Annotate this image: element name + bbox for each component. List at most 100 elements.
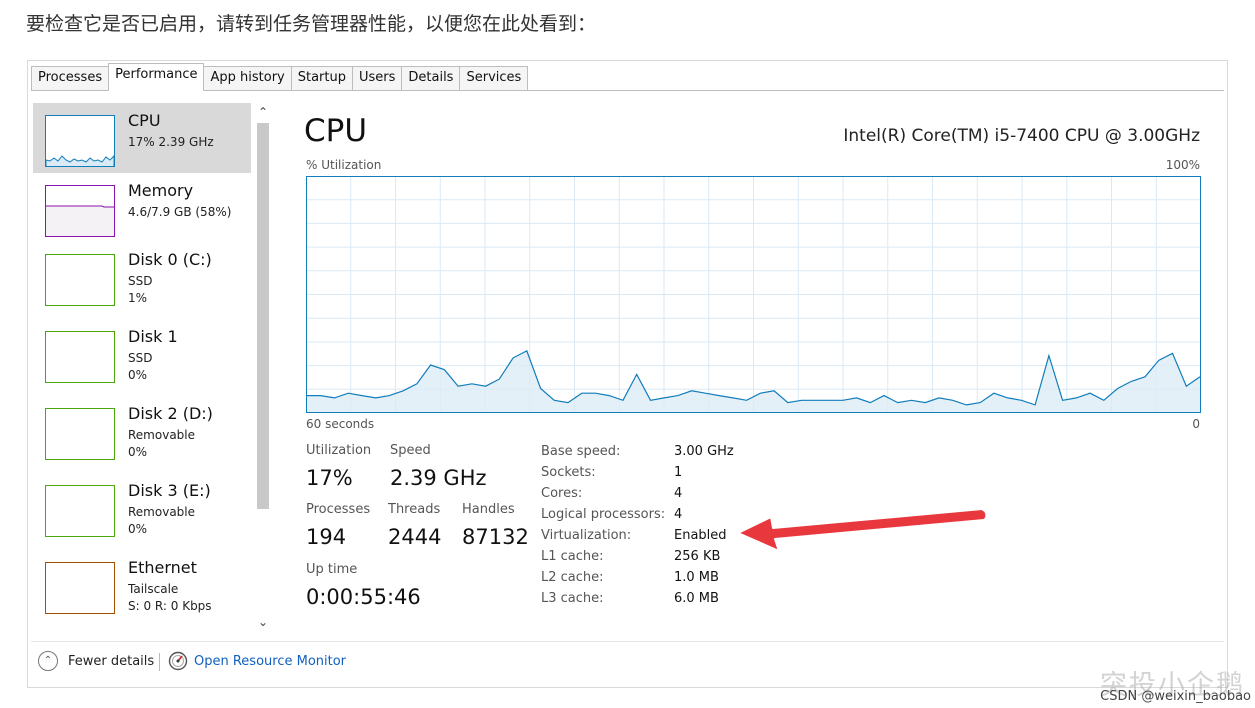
disk-mini-graph xyxy=(45,485,115,537)
sidebar-item-sub2: 0% xyxy=(128,522,148,536)
sidebar-item-disk-1[interactable]: Disk 1 SSD 0% xyxy=(33,319,251,389)
cpu-mini-graph xyxy=(45,115,115,167)
memory-mini-graph-svg xyxy=(46,205,114,236)
tab-startup[interactable]: Startup xyxy=(290,66,353,90)
spec-cores-value: 4 xyxy=(674,486,683,501)
sidebar-item-sub1: SSD xyxy=(128,351,153,365)
sidebar-item-cpu[interactable]: CPU 17% 2.39 GHz xyxy=(33,103,251,173)
sidebar-item-sub: SSD 1% xyxy=(128,273,152,307)
tab-performance[interactable]: Performance xyxy=(108,63,205,91)
sidebar-item-label: Memory xyxy=(128,181,194,200)
sidebar-item-sub2: 0% xyxy=(128,368,148,382)
scroll-up-icon[interactable]: ⌃ xyxy=(254,103,272,121)
spec-logical-processors-value: 4 xyxy=(674,507,683,522)
spec-l3-cache-label: L3 cache: xyxy=(541,591,604,606)
sidebar-item-sub: 17% 2.39 GHz xyxy=(128,135,214,149)
fewer-details-button[interactable]: ⌃ Fewer details xyxy=(38,651,154,671)
sidebar-item-label: Disk 1 xyxy=(128,327,178,346)
processes-label: Processes xyxy=(306,502,371,517)
sidebar-item-ethernet[interactable]: Ethernet Tailscale S: 0 R: 0 Kbps xyxy=(33,550,251,620)
handles-label: Handles xyxy=(462,502,515,517)
spec-l2-cache-value: 1.0 MB xyxy=(674,570,719,585)
spec-cores-label: Cores: xyxy=(541,486,583,501)
tab-divider xyxy=(31,90,1224,91)
uptime-label: Up time xyxy=(306,562,358,577)
sidebar-item-label: Disk 0 (C:) xyxy=(128,250,212,269)
disk-mini-graph xyxy=(45,408,115,460)
performance-sidebar: CPU 17% 2.39 GHz Memory 4.6/7.9 GB (58%)… xyxy=(32,101,254,633)
disk-mini-graph xyxy=(45,254,115,306)
utilization-max-label: 100% xyxy=(1165,158,1200,172)
uptime-value: 0:00:55:46 xyxy=(306,585,421,609)
sidebar-item-sub2: 1% xyxy=(128,291,148,305)
spec-sockets-value: 1 xyxy=(674,465,683,480)
spec-virtualization-label: Virtualization: xyxy=(541,528,632,543)
cpu-model: Intel(R) Core(TM) i5-7400 CPU @ 3.00GHz xyxy=(843,126,1200,146)
tab-services[interactable]: Services xyxy=(459,66,529,90)
threads-value: 2444 xyxy=(388,525,442,549)
speed-label: Speed xyxy=(390,443,431,458)
handles-value: 87132 xyxy=(462,525,529,549)
spec-virtualization-value: Enabled xyxy=(674,528,727,543)
scroll-down-icon[interactable]: ⌄ xyxy=(254,613,272,631)
memory-mini-graph xyxy=(45,185,115,237)
sidebar-item-label: Disk 3 (E:) xyxy=(128,481,211,500)
sidebar-item-sub2: S: 0 R: 0 Kbps xyxy=(128,599,212,613)
spec-base-speed-value: 3.00 GHz xyxy=(674,444,734,459)
sidebar-item-sub: Removable 0% xyxy=(128,427,195,461)
processes-value: 194 xyxy=(306,525,347,549)
sidebar-item-sub1: Tailscale xyxy=(128,582,179,596)
intro-text: 要检查它是否已启用，请转到任务管理器性能，以便您在此处看到： xyxy=(26,13,597,35)
sidebar-item-disk-2[interactable]: Disk 2 (D:) Removable 0% xyxy=(33,396,251,466)
sidebar-scrollbar[interactable]: ⌃ ⌄ xyxy=(254,101,272,631)
sidebar-item-sub: Removable 0% xyxy=(128,504,195,538)
cpu-mini-graph-svg xyxy=(45,154,115,166)
spec-l1-cache-label: L1 cache: xyxy=(541,549,604,564)
resource-monitor-icon xyxy=(168,651,188,671)
tab-app-history[interactable]: App history xyxy=(203,66,292,90)
sidebar-item-label: Disk 2 (D:) xyxy=(128,404,213,423)
csdn-watermark: CSDN @weixin_baobao xyxy=(1100,689,1251,704)
sidebar-item-sub1: Removable xyxy=(128,505,196,519)
sidebar-item-sub1: Removable xyxy=(128,428,196,442)
page-title: CPU xyxy=(304,113,368,149)
sidebar-item-sub: 4.6/7.9 GB (58%) xyxy=(128,205,232,219)
footer-separator xyxy=(159,653,160,671)
speed-value: 2.39 GHz xyxy=(390,466,487,490)
footer-divider xyxy=(31,641,1224,642)
disk-mini-graph xyxy=(45,331,115,383)
cpu-utilization-graph xyxy=(306,176,1201,413)
threads-label: Threads xyxy=(388,502,441,517)
fewer-details-label: Fewer details xyxy=(68,653,155,669)
tab-details[interactable]: Details xyxy=(401,66,461,90)
tab-bar: Processes Performance App history Startu… xyxy=(31,63,529,91)
task-manager-window: Processes Performance App history Startu… xyxy=(27,60,1228,688)
red-arrow-annotation xyxy=(737,508,988,552)
sidebar-item-disk-0[interactable]: Disk 0 (C:) SSD 1% xyxy=(33,242,251,312)
open-resource-monitor-label: Open Resource Monitor xyxy=(194,653,347,669)
utilization-axis-label: % Utilization xyxy=(306,158,382,172)
time-axis-right-label: 0 xyxy=(1192,417,1200,431)
time-axis-left-label: 60 seconds xyxy=(306,417,375,431)
sidebar-item-label: CPU xyxy=(128,111,161,130)
utilization-value: 17% xyxy=(306,466,353,490)
tab-users[interactable]: Users xyxy=(351,66,403,90)
ethernet-mini-graph xyxy=(45,562,115,614)
tab-processes[interactable]: Processes xyxy=(31,66,110,90)
utilization-label: Utilization xyxy=(306,443,372,458)
open-resource-monitor-link[interactable]: Open Resource Monitor xyxy=(168,651,346,671)
spec-logical-processors-label: Logical processors: xyxy=(541,507,666,522)
spec-base-speed-label: Base speed: xyxy=(541,444,621,459)
sidebar-item-sub: Tailscale S: 0 R: 0 Kbps xyxy=(128,581,212,615)
scroll-thumb[interactable] xyxy=(257,123,269,509)
sidebar-item-label: Ethernet xyxy=(128,558,197,577)
spec-l1-cache-value: 256 KB xyxy=(674,549,721,564)
sidebar-item-disk-3[interactable]: Disk 3 (E:) Removable 0% xyxy=(33,473,251,543)
spec-l2-cache-label: L2 cache: xyxy=(541,570,604,585)
chevron-up-icon: ⌃ xyxy=(38,651,58,671)
spec-l3-cache-value: 6.0 MB xyxy=(674,591,719,606)
spec-sockets-label: Sockets: xyxy=(541,465,596,480)
sidebar-item-sub: SSD 0% xyxy=(128,350,152,384)
sidebar-item-memory[interactable]: Memory 4.6/7.9 GB (58%) xyxy=(33,173,251,243)
sidebar-item-sub1: SSD xyxy=(128,274,153,288)
